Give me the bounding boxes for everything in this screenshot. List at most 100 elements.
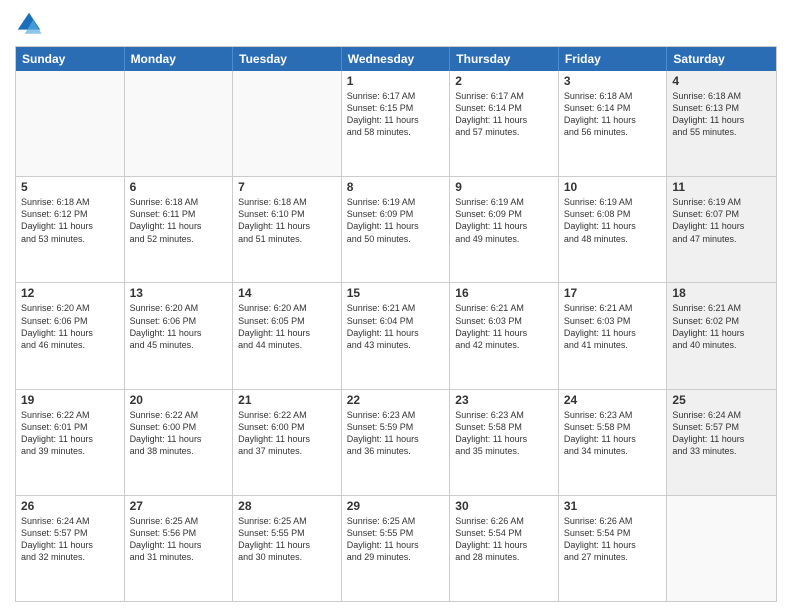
- day-number: 7: [238, 180, 336, 194]
- day-number: 28: [238, 499, 336, 513]
- cell-info: Sunrise: 6:19 AM Sunset: 6:09 PM Dayligh…: [455, 196, 553, 245]
- calendar-cell-13: 13 Sunrise: 6:20 AM Sunset: 6:06 PM Dayli…: [125, 283, 234, 388]
- calendar-cell-26: 26Sunrise: 6:24 AM Sunset: 5:57 PM Dayli…: [16, 496, 125, 601]
- calendar-cell-11: 11 Sunrise: 6:19 AM Sunset: 6:07 PM Dayli…: [667, 177, 776, 282]
- day-number: 8: [347, 180, 445, 194]
- day-number: 19: [21, 393, 119, 407]
- calendar-cell-30: 30 Sunrise: 6:26 AM Sunset: 5:54 PM Dayli…: [450, 496, 559, 601]
- day-number: 3: [564, 74, 662, 88]
- calendar-cell-12: 12Sunrise: 6:20 AM Sunset: 6:06 PM Dayli…: [16, 283, 125, 388]
- cell-info: Sunrise: 6:26 AM Sunset: 5:54 PM Dayligh…: [564, 515, 662, 564]
- calendar-cell-4: 4 Sunrise: 6:18 AM Sunset: 6:13 PM Daylig…: [667, 71, 776, 176]
- day-number: 26: [21, 499, 119, 513]
- cell-info: Sunrise: 6:24 AM Sunset: 5:57 PM Dayligh…: [672, 409, 771, 458]
- calendar-cell-28: 28 Sunrise: 6:25 AM Sunset: 5:55 PM Dayli…: [233, 496, 342, 601]
- day-number: 11: [672, 180, 771, 194]
- calendar-cell-18: 18 Sunrise: 6:21 AM Sunset: 6:02 PM Dayli…: [667, 283, 776, 388]
- day-number: 1: [347, 74, 445, 88]
- calendar-cell-14: 14 Sunrise: 6:20 AM Sunset: 6:05 PM Dayli…: [233, 283, 342, 388]
- cell-info: Sunrise: 6:26 AM Sunset: 5:54 PM Dayligh…: [455, 515, 553, 564]
- page: SundayMondayTuesdayWednesdayThursdayFrid…: [0, 0, 792, 612]
- cell-info: Sunrise: 6:25 AM Sunset: 5:55 PM Dayligh…: [347, 515, 445, 564]
- calendar-cell-23: 23 Sunrise: 6:23 AM Sunset: 5:58 PM Dayli…: [450, 390, 559, 495]
- day-number: 27: [130, 499, 228, 513]
- day-number: 5: [21, 180, 119, 194]
- header: [15, 10, 777, 38]
- calendar-cell-27: 27Sunrise: 6:25 AM Sunset: 5:56 PM Dayli…: [125, 496, 234, 601]
- cell-info: Sunrise: 6:17 AM Sunset: 6:15 PM Dayligh…: [347, 90, 445, 139]
- day-number: 18: [672, 286, 771, 300]
- cell-info: Sunrise: 6:23 AM Sunset: 5:59 PM Dayligh…: [347, 409, 445, 458]
- day-number: 15: [347, 286, 445, 300]
- day-number: 10: [564, 180, 662, 194]
- calendar-cell-29: 29 Sunrise: 6:25 AM Sunset: 5:55 PM Dayli…: [342, 496, 451, 601]
- day-number: 14: [238, 286, 336, 300]
- calendar-row-1: 5Sunrise: 6:18 AM Sunset: 6:12 PM Daylig…: [16, 177, 776, 283]
- calendar-cell-21: 21 Sunrise: 6:22 AM Sunset: 6:00 PM Dayli…: [233, 390, 342, 495]
- calendar-cell-2: 2 Sunrise: 6:17 AM Sunset: 6:14 PM Daylig…: [450, 71, 559, 176]
- cell-info: Sunrise: 6:19 AM Sunset: 6:07 PM Dayligh…: [672, 196, 771, 245]
- cell-info: Sunrise: 6:21 AM Sunset: 6:03 PM Dayligh…: [455, 302, 553, 351]
- calendar-row-4: 26Sunrise: 6:24 AM Sunset: 5:57 PM Dayli…: [16, 496, 776, 601]
- cell-info: Sunrise: 6:18 AM Sunset: 6:14 PM Dayligh…: [564, 90, 662, 139]
- day-number: 17: [564, 286, 662, 300]
- cell-info: Sunrise: 6:17 AM Sunset: 6:14 PM Dayligh…: [455, 90, 553, 139]
- header-day-wednesday: Wednesday: [342, 47, 451, 71]
- calendar-cell-9: 9 Sunrise: 6:19 AM Sunset: 6:09 PM Daylig…: [450, 177, 559, 282]
- calendar-cell-6: 6 Sunrise: 6:18 AM Sunset: 6:11 PM Daylig…: [125, 177, 234, 282]
- cell-info: Sunrise: 6:23 AM Sunset: 5:58 PM Dayligh…: [564, 409, 662, 458]
- day-number: 6: [130, 180, 228, 194]
- calendar-header: SundayMondayTuesdayWednesdayThursdayFrid…: [16, 47, 776, 71]
- calendar-cell-5: 5Sunrise: 6:18 AM Sunset: 6:12 PM Daylig…: [16, 177, 125, 282]
- day-number: 2: [455, 74, 553, 88]
- calendar-cell-10: 10 Sunrise: 6:19 AM Sunset: 6:08 PM Dayli…: [559, 177, 668, 282]
- cell-info: Sunrise: 6:20 AM Sunset: 6:06 PM Dayligh…: [130, 302, 228, 351]
- calendar-cell-17: 17 Sunrise: 6:21 AM Sunset: 6:03 PM Dayli…: [559, 283, 668, 388]
- header-day-monday: Monday: [125, 47, 234, 71]
- day-number: 29: [347, 499, 445, 513]
- day-number: 16: [455, 286, 553, 300]
- header-day-thursday: Thursday: [450, 47, 559, 71]
- logo: [15, 10, 47, 38]
- calendar-cell-24: 24 Sunrise: 6:23 AM Sunset: 5:58 PM Dayli…: [559, 390, 668, 495]
- cell-info: Sunrise: 6:22 AM Sunset: 6:00 PM Dayligh…: [238, 409, 336, 458]
- day-number: 30: [455, 499, 553, 513]
- cell-info: Sunrise: 6:23 AM Sunset: 5:58 PM Dayligh…: [455, 409, 553, 458]
- calendar-cell-16: 16 Sunrise: 6:21 AM Sunset: 6:03 PM Dayli…: [450, 283, 559, 388]
- day-number: 22: [347, 393, 445, 407]
- cell-info: Sunrise: 6:21 AM Sunset: 6:02 PM Dayligh…: [672, 302, 771, 351]
- day-number: 21: [238, 393, 336, 407]
- day-number: 23: [455, 393, 553, 407]
- calendar-cell-22: 22 Sunrise: 6:23 AM Sunset: 5:59 PM Dayli…: [342, 390, 451, 495]
- logo-icon: [15, 10, 43, 38]
- calendar-cell-20: 20Sunrise: 6:22 AM Sunset: 6:00 PM Dayli…: [125, 390, 234, 495]
- day-number: 24: [564, 393, 662, 407]
- calendar-cell-8: 8Sunrise: 6:19 AM Sunset: 6:09 PM Daylig…: [342, 177, 451, 282]
- calendar-cell-31: 31 Sunrise: 6:26 AM Sunset: 5:54 PM Dayli…: [559, 496, 668, 601]
- calendar-cell-empty: [16, 71, 125, 176]
- day-number: 13: [130, 286, 228, 300]
- day-number: 4: [672, 74, 771, 88]
- calendar-cell-empty: [125, 71, 234, 176]
- calendar-body: 1 Sunrise: 6:17 AM Sunset: 6:15 PM Daylig…: [16, 71, 776, 601]
- cell-info: Sunrise: 6:22 AM Sunset: 6:00 PM Dayligh…: [130, 409, 228, 458]
- calendar-cell-empty: [667, 496, 776, 601]
- calendar-cell-3: 3 Sunrise: 6:18 AM Sunset: 6:14 PM Daylig…: [559, 71, 668, 176]
- day-number: 9: [455, 180, 553, 194]
- cell-info: Sunrise: 6:18 AM Sunset: 6:11 PM Dayligh…: [130, 196, 228, 245]
- header-day-friday: Friday: [559, 47, 668, 71]
- day-number: 31: [564, 499, 662, 513]
- day-number: 25: [672, 393, 771, 407]
- cell-info: Sunrise: 6:21 AM Sunset: 6:04 PM Dayligh…: [347, 302, 445, 351]
- cell-info: Sunrise: 6:18 AM Sunset: 6:10 PM Dayligh…: [238, 196, 336, 245]
- cell-info: Sunrise: 6:21 AM Sunset: 6:03 PM Dayligh…: [564, 302, 662, 351]
- cell-info: Sunrise: 6:19 AM Sunset: 6:08 PM Dayligh…: [564, 196, 662, 245]
- calendar-cell-7: 7 Sunrise: 6:18 AM Sunset: 6:10 PM Daylig…: [233, 177, 342, 282]
- cell-info: Sunrise: 6:20 AM Sunset: 6:05 PM Dayligh…: [238, 302, 336, 351]
- calendar-cell-15: 15 Sunrise: 6:21 AM Sunset: 6:04 PM Dayli…: [342, 283, 451, 388]
- calendar-row-0: 1 Sunrise: 6:17 AM Sunset: 6:15 PM Daylig…: [16, 71, 776, 177]
- header-day-tuesday: Tuesday: [233, 47, 342, 71]
- cell-info: Sunrise: 6:18 AM Sunset: 6:13 PM Dayligh…: [672, 90, 771, 139]
- cell-info: Sunrise: 6:25 AM Sunset: 5:55 PM Dayligh…: [238, 515, 336, 564]
- day-number: 12: [21, 286, 119, 300]
